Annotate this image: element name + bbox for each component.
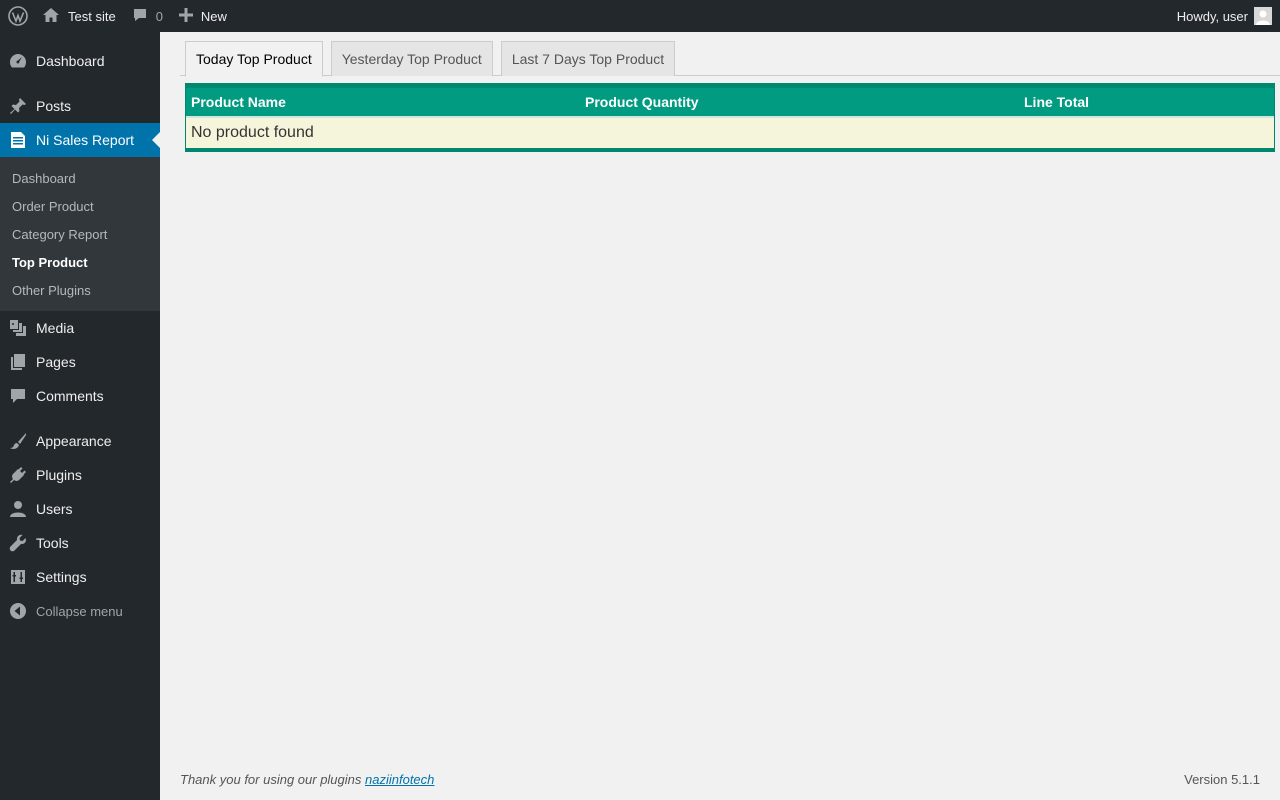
main-content: Today Top Product Yesterday Top Product … [160, 32, 1280, 800]
menu-ni-sales-report[interactable]: Ni Sales Report [0, 123, 160, 157]
brush-icon [8, 431, 28, 451]
menu-label: Ni Sales Report [36, 132, 135, 148]
dashboard-icon [8, 51, 28, 71]
menu-label: Media [36, 320, 75, 336]
menu-label: Tools [36, 535, 69, 551]
new-content-link[interactable]: New [171, 0, 235, 32]
menu-label: Plugins [36, 467, 82, 483]
menu-plugins[interactable]: Plugins [0, 458, 160, 492]
empty-message: No product found [191, 124, 314, 141]
collapse-label: Collapse menu [36, 603, 123, 619]
collapse-arrow-icon [8, 601, 28, 621]
submenu-dashboard[interactable]: Dashboard [0, 164, 160, 192]
pushpin-icon [8, 96, 28, 116]
report-tabs: Today Top Product Yesterday Top Product … [185, 41, 683, 77]
tab-last-7-days-top-product[interactable]: Last 7 Days Top Product [500, 41, 676, 76]
submenu-category-report[interactable]: Category Report [0, 220, 160, 248]
menu-label: Dashboard [36, 53, 105, 69]
collapse-menu-button[interactable]: Collapse menu [0, 594, 160, 628]
footer-thanks: Thank you for using our plugins naziinfo… [180, 772, 434, 787]
comment-icon [8, 386, 28, 406]
wordpress-logo-icon[interactable] [0, 0, 36, 32]
site-name: Test site [68, 8, 116, 24]
footer-version: Version 5.1.1 [1184, 772, 1260, 787]
ni-sales-report-submenu: Dashboard Order Product Category Report … [0, 157, 160, 311]
admin-bar: Test site 0 New Howdy, user [0, 0, 1280, 32]
comment-bubble-icon [132, 7, 156, 26]
comments-count: 0 [155, 8, 163, 24]
menu-label: Posts [36, 98, 72, 114]
menu-label: Comments [36, 388, 104, 404]
admin-sidebar: Dashboard Posts Ni Sales Report Dashboar… [0, 32, 160, 800]
submenu-other-plugins[interactable]: Other Plugins [0, 276, 160, 304]
tab-yesterday-top-product[interactable]: Yesterday Top Product [330, 41, 493, 76]
menu-label: Appearance [36, 433, 112, 449]
table-row: No product found [186, 118, 1274, 148]
plus-icon [178, 7, 201, 25]
menu-tools[interactable]: Tools [0, 526, 160, 560]
pages-icon [8, 352, 28, 372]
menu-settings[interactable]: Settings [0, 560, 160, 594]
footer-thanks-text: Thank you for using our plugins [180, 772, 362, 787]
admin-footer: Thank you for using our plugins naziinfo… [180, 772, 1260, 787]
wrench-icon [8, 533, 28, 553]
menu-media[interactable]: Media [0, 311, 160, 345]
media-icon [8, 318, 28, 338]
site-name-link[interactable]: Test site [36, 0, 124, 32]
column-header-product-name: Product Name [191, 94, 286, 110]
menu-appearance[interactable]: Appearance [0, 424, 160, 458]
menu-dashboard[interactable]: Dashboard [0, 44, 160, 78]
account-menu[interactable]: Howdy, user [1169, 0, 1280, 32]
user-icon [8, 499, 28, 519]
howdy-text: Howdy, user [1176, 8, 1248, 24]
avatar [1254, 7, 1272, 25]
new-label: New [200, 8, 227, 24]
naziinfotech-link[interactable]: naziinfotech [365, 772, 434, 787]
top-product-table: Product Name Product Quantity Line Total… [185, 83, 1275, 152]
menu-comments[interactable]: Comments [0, 379, 160, 413]
column-header-product-quantity: Product Quantity [585, 94, 699, 110]
menu-label: Pages [36, 354, 76, 370]
menu-label: Settings [36, 569, 87, 585]
tab-today-top-product[interactable]: Today Top Product [185, 41, 323, 77]
menu-users[interactable]: Users [0, 492, 160, 526]
table-header: Product Name Product Quantity Line Total [186, 88, 1274, 118]
comments-link[interactable]: 0 [124, 0, 171, 32]
submenu-order-product[interactable]: Order Product [0, 192, 160, 220]
document-icon [8, 130, 28, 150]
menu-label: Users [36, 501, 73, 517]
submenu-top-product[interactable]: Top Product [0, 248, 160, 276]
home-icon [42, 7, 68, 26]
menu-pages[interactable]: Pages [0, 345, 160, 379]
column-header-line-total: Line Total [1024, 94, 1090, 110]
menu-posts[interactable]: Posts [0, 89, 160, 123]
plug-icon [8, 465, 28, 485]
settings-icon [8, 567, 28, 587]
